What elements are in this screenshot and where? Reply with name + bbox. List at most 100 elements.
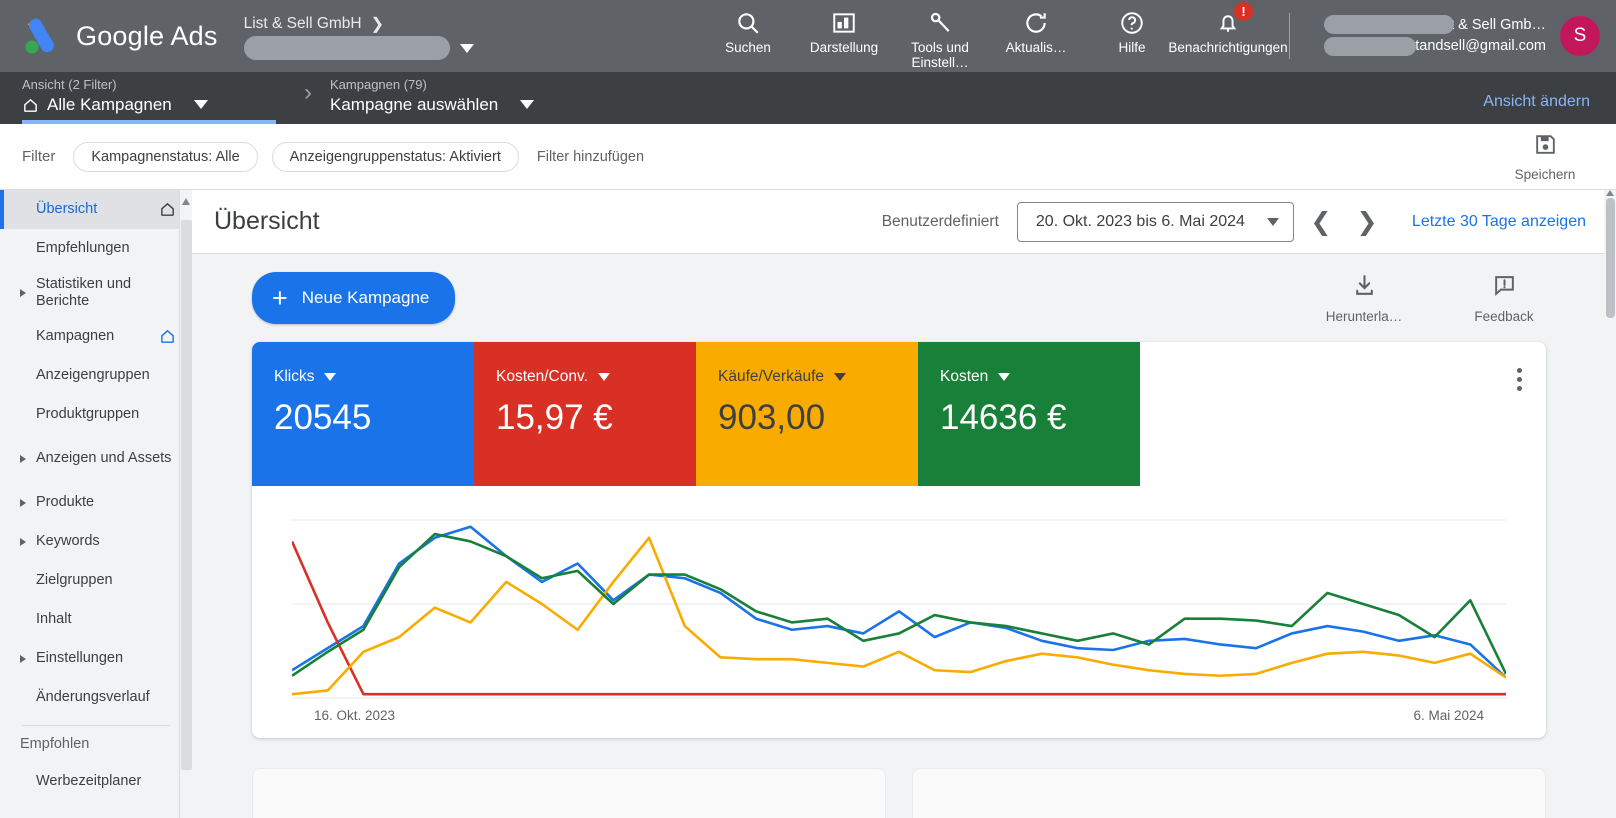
download-button[interactable]: Herunterla… [1322,273,1406,324]
expand-arrow-icon[interactable] [20,288,26,297]
topnav-tools[interactable]: Tools und Einstell… [892,0,988,72]
expand-arrow-icon[interactable] [20,454,26,463]
sidebar-item-werbezeitplaner[interactable]: Werbezeitplaner [0,762,192,801]
sidebar-item-label: Anzeigen und Assets [36,450,172,466]
topnav-reporting[interactable]: Darstellung [796,0,892,72]
sidebar-item-inhalt[interactable]: Inhalt [0,600,192,639]
campaign-value-row: Kampagne auswählen [330,94,590,116]
topnav-help[interactable]: Hilfe [1084,0,1180,72]
topnav-search-label: Suchen [725,40,771,55]
sidebar-item-uebersicht[interactable]: Übersicht [0,190,192,229]
filter-chip-adgroup-status[interactable]: Anzeigengruppenstatus: Aktiviert [271,141,519,172]
scorecard-metric-name: Kosten/Conv. [496,368,588,385]
account-info-block[interactable]: (List & Sell Gmb… listandsell@gmail.com … [1289,0,1600,72]
sidebar-item-produktgruppen[interactable]: Produktgruppen [0,395,192,434]
content-action-icons: Herunterla… Feedback [1322,273,1546,324]
chevron-down-icon[interactable] [520,99,535,109]
scorecard-kaeufe-verkaeufe[interactable]: Käufe/Verkäufe 903,00 [696,342,918,486]
sidebar-item-label: Empfehlungen [36,240,130,256]
floppy-save-icon [1533,132,1558,162]
date-range-controls: Benutzerdefiniert 20. Okt. 2023 bis 6. M… [882,201,1586,242]
scorecard-metric-header[interactable]: Klicks [274,368,474,386]
sidebar-item-label: Keywords [36,533,100,549]
chevron-down-icon[interactable] [998,373,1011,381]
scorecard-kosten[interactable]: Kosten 14636 € [918,342,1140,486]
secondary-card-right[interactable] [912,768,1546,818]
scorecard-metric-header[interactable]: Käufe/Verkäufe [718,368,918,386]
sidebar-item-label: Kampagnen [36,328,115,344]
sidebar-item-empfehlungen[interactable]: Empfehlungen [0,229,192,268]
main-scrollbar[interactable] [1604,190,1616,818]
sidebar-item-anzeigen-und-assets[interactable]: Anzeigen und Assets [0,434,192,483]
scorecard-kosten-pro-conv[interactable]: Kosten/Conv. 15,97 € [474,342,696,486]
change-view-link[interactable]: Ansicht ändern [1483,93,1590,111]
chevron-down-icon[interactable] [834,373,846,381]
topnav-refresh[interactable]: Aktualis… [988,0,1084,72]
page-title: Übersicht [214,207,320,235]
expand-arrow-icon[interactable] [20,498,26,507]
expand-arrow-icon[interactable] [20,654,26,663]
add-filter-button[interactable]: Filter hinzufügen [537,149,644,165]
feedback-button[interactable]: Feedback [1462,273,1546,324]
page-header: Übersicht Benutzerdefiniert 20. Okt. 202… [192,190,1616,254]
sidebar: Übersicht Empfehlungen Statistiken und B… [0,190,192,818]
redacted-account-id [243,36,450,60]
sidebar-item-keywords[interactable]: Keywords [0,522,192,561]
google-ads-app: Google Ads List & Sell GmbH ❯ Suchen Dar… [0,0,1616,818]
account-switcher[interactable]: List & Sell GmbH ❯ [243,8,494,64]
sidebar-item-aenderungsverlauf[interactable]: Änderungsverlauf [0,678,192,717]
sidebar-item-anzeigengruppen[interactable]: Anzeigengruppen [0,356,192,395]
sidebar-item-produkte[interactable]: Produkte [0,483,192,522]
topnav-search[interactable]: Suchen [700,0,796,72]
divider [1289,13,1290,59]
home-icon [159,328,176,345]
view-selector[interactable]: Ansicht (2 Filter) Alle Kampagnen [22,72,276,124]
view-campaign-selector-bar: Ansicht (2 Filter) Alle Kampagnen › Kamp… [0,72,1616,124]
account-email: listandsell@gmail.com [1401,38,1546,54]
sidebar-item-einstellungen[interactable]: Einstellungen [0,639,192,678]
previous-period-button[interactable]: ❮ [1302,203,1340,241]
help-question-icon [1119,8,1145,38]
scorecard-metric-header[interactable]: Kosten [940,368,1140,386]
secondary-card-left[interactable] [252,768,886,818]
account-name-row: List & Sell GmbH ❯ [244,14,384,34]
chevron-down-icon[interactable] [324,373,337,381]
plus-icon: + [272,282,288,313]
topnav-refresh-label: Aktualis… [1005,40,1067,55]
account-details: (List & Sell Gmb… listandsell@gmail.com [1306,13,1546,59]
save-view-button[interactable]: Speichern [1502,132,1588,182]
more-vert-icon[interactable] [1517,368,1522,391]
scorecard-klicks[interactable]: Klicks 20545 [252,342,474,486]
scrollbar-thumb[interactable] [181,220,192,770]
date-range-selector[interactable]: 20. Okt. 2023 bis 6. Mai 2024 [1016,201,1294,242]
next-period-button[interactable]: ❯ [1348,203,1386,241]
scroll-up-arrow-icon[interactable] [182,198,190,205]
scorecard-value: 20545 [274,398,372,437]
x-axis-start-label: 16. Okt. 2023 [314,708,396,723]
new-campaign-button[interactable]: + Neue Kampagne [252,272,456,324]
scroll-up-arrow-icon[interactable] [1606,190,1614,196]
scorecard-metric-header[interactable]: Kosten/Conv. [496,368,696,386]
notifications-badge: ! [1234,2,1253,21]
sidebar-item-kampagnen[interactable]: Kampagnen [0,317,192,356]
brand-title: Google Ads [76,20,218,51]
reporting-bar-chart-icon [831,8,857,38]
filter-chip-campaign-status[interactable]: Kampagnenstatus: Alle [73,141,258,172]
campaign-selector[interactable]: Kampagnen (79) Kampagne auswählen [330,72,590,124]
expand-arrow-icon[interactable] [20,537,26,546]
topnav-notifications[interactable]: ! Benachrichtigungen [1168,0,1288,72]
chevron-down-icon[interactable] [459,44,474,53]
sidebar-item-zielgruppen[interactable]: Zielgruppen [0,561,192,600]
scrollbar-thumb[interactable] [1606,198,1615,318]
sidebar-scrollbar[interactable] [179,190,192,818]
scorecard-value: 15,97 € [496,398,613,437]
chevron-down-icon[interactable] [597,373,610,381]
chevron-down-icon[interactable] [193,99,208,109]
scorecard-metric-name: Kosten [940,368,989,385]
redacted-account-label-2 [1324,37,1416,56]
avatar[interactable]: S [1560,16,1600,56]
sidebar-item-label: Übersicht [36,201,98,217]
x-axis-end-label: 6. Mai 2024 [1413,708,1484,723]
sidebar-item-statistiken-und-berichte[interactable]: Statistiken und Berichte [0,268,192,317]
show-last-30-days-link[interactable]: Letzte 30 Tage anzeigen [1412,213,1586,231]
